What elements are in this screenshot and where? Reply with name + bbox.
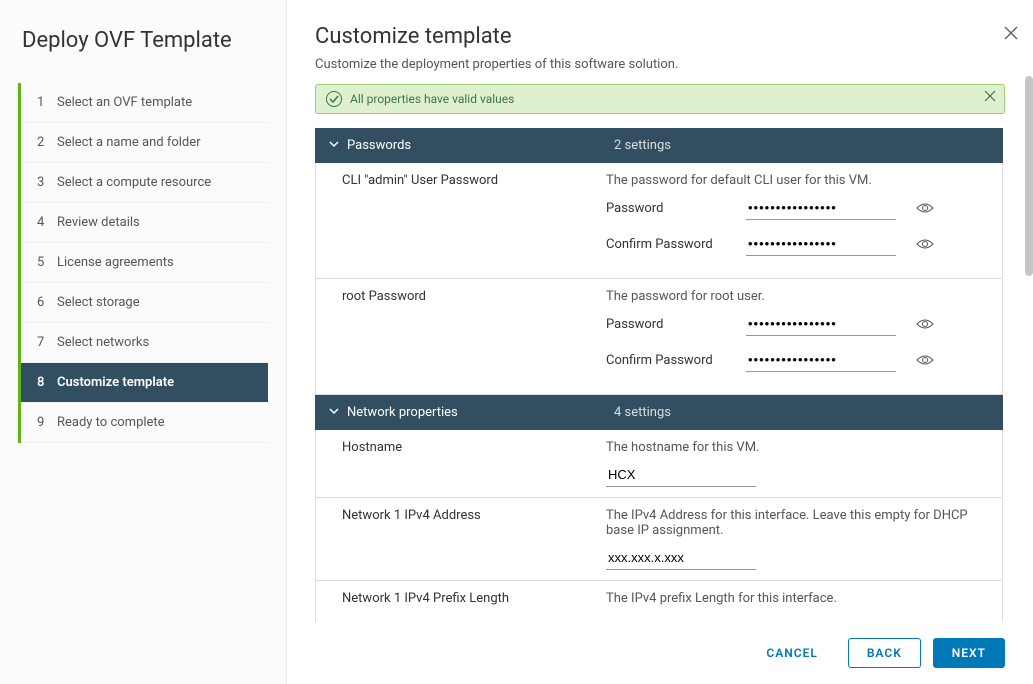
wizard-step-5[interactable]: 5License agreements: [21, 243, 268, 283]
wizard-step-9[interactable]: 9Ready to complete: [21, 403, 268, 443]
field-description: The hostname for this VM.: [606, 440, 986, 455]
wizard-steps: 1Select an OVF template2Select a name an…: [18, 83, 268, 443]
step-label: Select a compute resource: [57, 175, 211, 190]
field-description: The password for default CLI user for th…: [606, 173, 986, 188]
step-label: Review details: [57, 215, 140, 230]
step-number: 5: [37, 255, 55, 270]
wizard-sidebar: Deploy OVF Template 1Select an OVF templ…: [0, 0, 287, 684]
main-panel: Customize template Customize the deploym…: [287, 0, 1033, 684]
eye-icon[interactable]: [916, 235, 934, 254]
eye-icon[interactable]: [916, 351, 934, 370]
section-count: 4 settings: [614, 405, 671, 420]
section-header-network[interactable]: Network properties 4 settings: [315, 395, 1003, 430]
check-icon: [326, 91, 342, 107]
step-label: Customize template: [57, 375, 174, 390]
step-label: Ready to complete: [57, 415, 165, 430]
ipv4-address-input[interactable]: [606, 546, 756, 570]
step-label: Select networks: [57, 335, 149, 350]
page-subtitle: Customize the deployment properties of t…: [315, 57, 1005, 72]
back-button[interactable]: BACK: [848, 638, 921, 668]
step-number: 7: [37, 335, 55, 350]
section-header-passwords[interactable]: Passwords 2 settings: [315, 128, 1003, 163]
step-number: 1: [37, 95, 55, 110]
step-number: 4: [37, 215, 55, 230]
validation-banner: All properties have valid values: [315, 84, 1005, 114]
dialog-footer: CANCEL BACK NEXT: [287, 622, 1033, 684]
eye-icon[interactable]: [916, 199, 934, 218]
wizard-step-1[interactable]: 1Select an OVF template: [21, 83, 268, 123]
confirm-password-label: Confirm Password: [606, 353, 746, 368]
form-scroll-area[interactable]: Passwords 2 settings CLI "admin" User Pa…: [315, 128, 1005, 622]
wizard-step-8[interactable]: 8Customize template: [21, 363, 268, 403]
field-ipv4-prefix: Network 1 IPv4 Prefix Length The IPv4 pr…: [316, 581, 1002, 622]
page-title: Customize template: [315, 24, 1005, 49]
field-label: Network 1 IPv4 Prefix Length: [316, 591, 606, 614]
step-label: Select storage: [57, 295, 140, 310]
chevron-down-icon: [329, 139, 339, 152]
step-number: 2: [37, 135, 55, 150]
root-confirm-input[interactable]: [746, 348, 896, 372]
banner-close-icon[interactable]: [984, 90, 996, 106]
wizard-step-4[interactable]: 4Review details: [21, 203, 268, 243]
password-label: Password: [606, 201, 746, 216]
confirm-password-label: Confirm Password: [606, 237, 746, 252]
next-button[interactable]: NEXT: [933, 638, 1005, 668]
field-label: Network 1 IPv4 Address: [316, 508, 606, 570]
eye-icon[interactable]: [916, 315, 934, 334]
passwords-body: CLI "admin" User Password The password f…: [315, 163, 1003, 395]
password-label: Password: [606, 317, 746, 332]
field-label: CLI "admin" User Password: [316, 173, 606, 268]
cli-admin-confirm-input[interactable]: [746, 232, 896, 256]
field-description: The IPv4 Address for this interface. Lea…: [606, 508, 986, 538]
field-root-password: root Password The password for root user…: [316, 279, 1002, 394]
section-count: 2 settings: [614, 138, 671, 153]
dialog-container: Deploy OVF Template 1Select an OVF templ…: [0, 0, 1033, 684]
content-area: Customize template Customize the deploym…: [287, 0, 1033, 622]
hostname-input[interactable]: [606, 463, 756, 487]
field-ipv4-address: Network 1 IPv4 Address The IPv4 Address …: [316, 498, 1002, 581]
wizard-step-6[interactable]: 6Select storage: [21, 283, 268, 323]
field-label: root Password: [316, 289, 606, 384]
step-number: 3: [37, 175, 55, 190]
cancel-button[interactable]: CANCEL: [748, 639, 835, 667]
field-description: The password for root user.: [606, 289, 986, 304]
step-number: 9: [37, 415, 55, 430]
field-label: Hostname: [316, 440, 606, 487]
section-title: Passwords: [347, 138, 614, 153]
step-label: License agreements: [57, 255, 174, 270]
step-label: Select a name and folder: [57, 135, 201, 150]
step-label: Select an OVF template: [57, 95, 192, 110]
field-description: The IPv4 prefix Length for this interfac…: [606, 591, 986, 606]
banner-text: All properties have valid values: [350, 92, 514, 106]
field-cli-admin-password: CLI "admin" User Password The password f…: [316, 163, 1002, 279]
step-number: 8: [37, 375, 55, 390]
dialog-title: Deploy OVF Template: [18, 28, 268, 53]
chevron-down-icon: [329, 406, 339, 419]
wizard-step-7[interactable]: 7Select networks: [21, 323, 268, 363]
section-title: Network properties: [347, 405, 614, 420]
field-hostname: Hostname The hostname for this VM.: [316, 430, 1002, 498]
wizard-step-2[interactable]: 2Select a name and folder: [21, 123, 268, 163]
wizard-step-3[interactable]: 3Select a compute resource: [21, 163, 268, 203]
step-number: 6: [37, 295, 55, 310]
network-body: Hostname The hostname for this VM. Netwo…: [315, 430, 1003, 622]
cli-admin-password-input[interactable]: [746, 196, 896, 220]
root-password-input[interactable]: [746, 312, 896, 336]
